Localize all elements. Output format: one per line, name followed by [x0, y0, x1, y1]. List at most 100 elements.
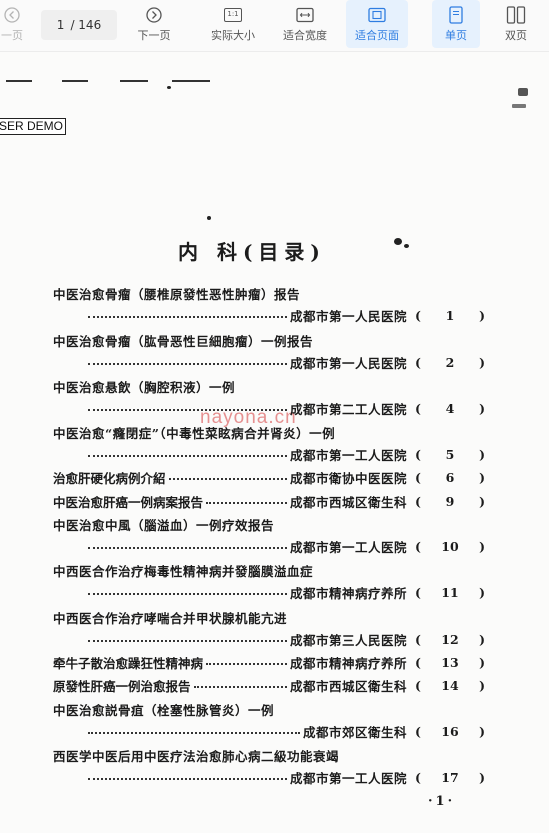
scan-speck	[394, 238, 402, 245]
entry-page-close: )	[479, 354, 485, 370]
entry-title: 中西医合作治疗哮喘合并甲状腺机能亢进	[53, 611, 288, 626]
double-page-icon	[506, 6, 526, 24]
toc-entry-detail: 成都市第一工人医院 (10)	[85, 537, 485, 555]
entry-page-ref: (14)	[415, 678, 485, 693]
current-page-input[interactable]: 1	[57, 18, 65, 32]
document-viewport[interactable]: SER DEMO 内 科(目录) nayona.cn ·1· 中医治愈骨瘤（腰椎…	[0, 52, 549, 833]
entry-page-ref: (11)	[415, 585, 485, 600]
actual-size-button[interactable]: 1:1 实际大小	[204, 0, 262, 48]
entry-title: 中医治愈肝癌一例病案报告	[53, 494, 204, 510]
entry-page-ref: (17)	[415, 770, 485, 785]
next-page-label: 下一页	[137, 29, 171, 42]
scan-speck	[404, 244, 409, 248]
scan-speck	[518, 88, 528, 96]
scan-artifact-line	[6, 80, 32, 82]
prev-page-button[interactable]: 一页	[0, 0, 30, 48]
entry-page-ref: (12)	[415, 632, 485, 647]
toc-entry: 中医治愈肝癌一例病案报告 成都市西城区衛生科 (9)	[53, 492, 485, 510]
entry-title: 治愈肝硬化病例介紹	[53, 470, 166, 486]
dot-leader	[88, 316, 287, 318]
entry-page-page: 6	[445, 469, 455, 485]
entry-page-page: 4	[445, 400, 455, 416]
entry-page-ref: (10)	[415, 539, 485, 554]
entry-page-page: 11	[441, 584, 459, 600]
fit-width-label: 适合宽度	[283, 29, 327, 42]
entry-title: 中西医合作治疗梅毒性精神病并發腦膜溢血症	[53, 564, 314, 579]
dot-leader	[88, 640, 287, 642]
entry-page-ref: (2)	[415, 355, 485, 370]
entry-title: 中医治愈説骨疽（栓塞性脉管炎）一例	[53, 703, 275, 718]
chevron-left-icon	[3, 6, 21, 24]
toc-entry-detail: 成都市精神病疗养所 (11)	[85, 583, 485, 601]
entry-title: 中医治愈悬飲（胸腔积液）一例	[53, 380, 236, 395]
fit-width-button[interactable]: 适合宽度	[276, 0, 334, 48]
entry-page-close: )	[479, 307, 485, 323]
entry-page-page: 9	[445, 493, 455, 509]
entry-page-page: 2	[445, 354, 455, 370]
entry-page-ref: (16)	[415, 724, 485, 739]
entry-page-close: )	[479, 446, 485, 462]
entry-page-close: )	[479, 493, 485, 509]
dot-leader	[88, 455, 287, 457]
entry-page-close: )	[479, 654, 485, 670]
total-pages: / 146	[70, 18, 102, 32]
dot-leader	[168, 478, 287, 480]
watermark-demo-label: SER DEMO	[0, 118, 67, 135]
entry-title: 原發性肝癌一例治愈报告	[53, 678, 191, 694]
entry-page-close: )	[479, 538, 485, 554]
toc-entry: 治愈肝硬化病例介紹 成都市衛协中医医院 (6)	[53, 468, 485, 486]
scanned-page: SER DEMO 内 科(目录) nayona.cn ·1· 中医治愈骨瘤（腰椎…	[0, 52, 549, 833]
scan-speck	[167, 86, 171, 89]
dot-leader	[88, 593, 287, 595]
entry-page-close: )	[479, 400, 485, 416]
dot-leader	[206, 663, 287, 665]
entry-page-close: )	[479, 723, 485, 739]
single-page-label: 单页	[445, 29, 467, 42]
entry-title: 西医学中医后用中医疗法治愈肺心病二級功能衰竭	[53, 749, 340, 764]
entry-page-close: )	[479, 677, 485, 693]
fit-page-button[interactable]: 适合页面	[346, 0, 408, 48]
entry-hospital: 成都市第一人民医院	[289, 355, 407, 371]
entry-title: 中医治愈骨瘤（腰椎原發性恶性肿瘤）报告	[53, 287, 301, 302]
entry-hospital: 成都市第二工人医院	[289, 401, 407, 417]
scan-artifact-line	[120, 80, 148, 82]
entry-hospital: 成都市第一工人医院	[289, 447, 407, 463]
fit-width-icon	[296, 6, 314, 24]
entry-hospital: 成都市第一工人医院	[289, 770, 407, 786]
entry-page-ref: (1)	[415, 308, 485, 323]
scan-speck	[207, 216, 211, 220]
entry-hospital: 成都市西城区衛生科	[289, 678, 407, 694]
dot-leader	[88, 547, 287, 549]
entry-page-page: 1	[445, 307, 455, 323]
entry-page-ref: (9)	[415, 494, 485, 509]
scan-artifact-line	[62, 80, 88, 82]
double-page-label: 双页	[505, 29, 527, 42]
toc-entry: 牵牛子散治愈躁狂性精神病 成都市精神病疗养所 (13)	[53, 653, 485, 671]
entry-page-close: )	[479, 631, 485, 647]
entry-hospital: 成都市衛协中医医院	[289, 470, 407, 486]
entry-page-page: 5	[445, 446, 455, 462]
dot-leader	[88, 363, 287, 365]
entry-hospital: 成都市西城区衛生科	[289, 494, 407, 510]
entry-hospital: 成都市第一工人医院	[289, 539, 407, 555]
single-page-icon	[448, 6, 464, 24]
next-page-button[interactable]: 下一页	[132, 0, 176, 48]
entry-page-page: 12	[441, 631, 459, 647]
toc-entry-detail: 成都市第一工人医院 (17)	[85, 768, 485, 786]
toc-entry-detail: 成都市第三人民医院 (12)	[85, 630, 485, 648]
page-indicator[interactable]: 1 / 146	[41, 10, 117, 40]
toc-entry: 原發性肝癌一例治愈报告 成都市西城区衛生科 (14)	[53, 676, 485, 694]
toc-entry-detail: 成都市第一人民医院 (2)	[85, 353, 485, 371]
fit-page-icon	[368, 6, 386, 24]
prev-page-label: 一页	[1, 29, 23, 42]
dot-leader	[88, 778, 287, 780]
dot-leader	[193, 686, 287, 688]
dot-leader	[88, 732, 300, 734]
entry-hospital: 成都市第三人民医院	[289, 632, 407, 648]
single-page-button[interactable]: 单页	[432, 0, 480, 48]
entry-title: 牵牛子散治愈躁狂性精神病	[53, 655, 204, 671]
double-page-button[interactable]: 双页	[494, 0, 538, 48]
entry-page-close: )	[479, 584, 485, 600]
toc-entry-detail: 成都市第一人民医院 (1)	[85, 306, 485, 324]
entry-page-close: )	[479, 469, 485, 485]
